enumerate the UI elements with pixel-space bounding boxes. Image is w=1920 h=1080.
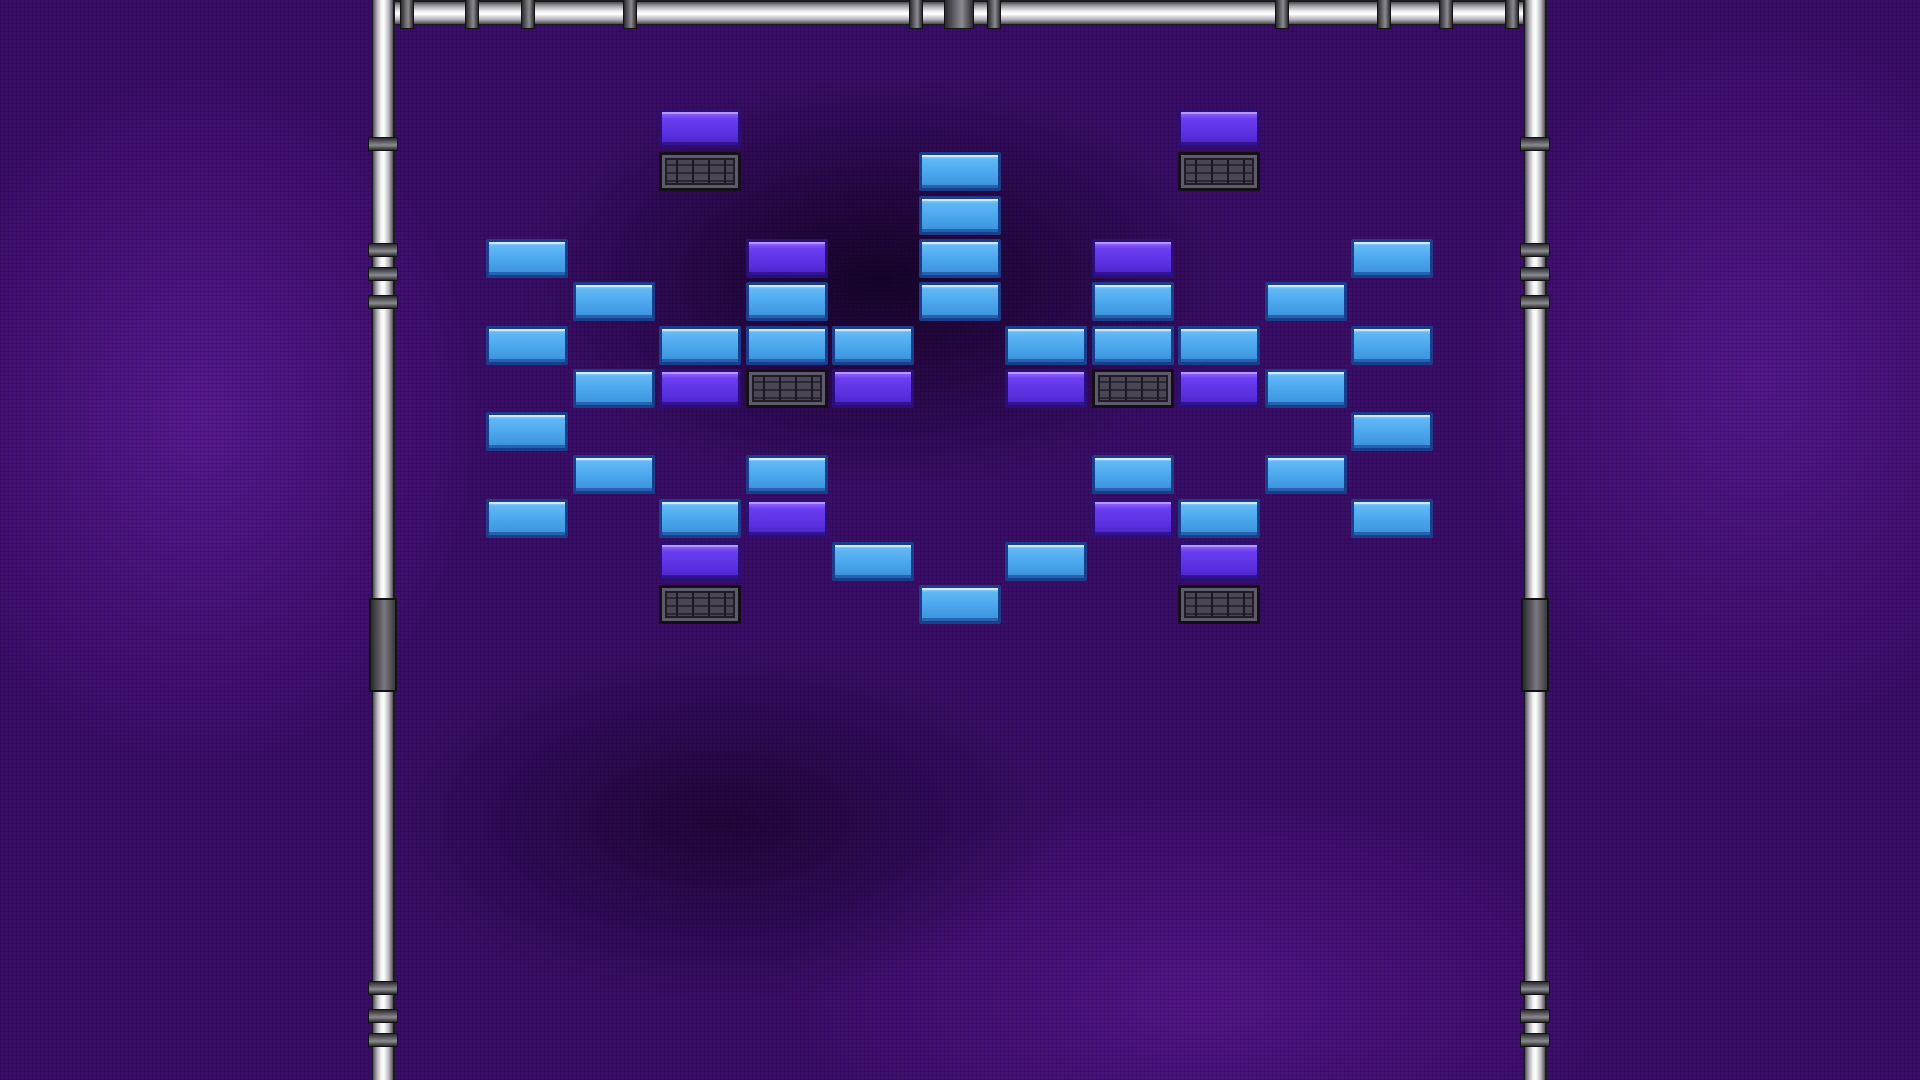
blue-brick [1351,326,1433,365]
blue-brick [832,326,914,365]
pipe-joint [1521,1010,1549,1022]
purple-brick [1092,499,1174,538]
blue-brick [919,152,1001,191]
blue-brick [1265,282,1347,321]
pipe-joint [1276,0,1288,28]
purple-brick [659,369,741,408]
purple-brick [746,499,828,538]
purple-brick [746,239,828,278]
blue-brick [1178,326,1260,365]
blue-brick [486,326,568,365]
pipe-joint [466,0,478,28]
purple-brick [659,542,741,581]
pipe-joint [401,0,413,28]
blue-brick [1092,326,1174,365]
blue-brick [1351,239,1433,278]
blue-brick [573,455,655,494]
purple-brick [1092,239,1174,278]
pipe-joint [369,138,397,150]
blue-brick [1265,455,1347,494]
blue-brick [573,282,655,321]
steel-brick [746,369,828,408]
purple-brick [1178,369,1260,408]
pipe-joint [1521,296,1549,308]
blue-brick [1178,499,1260,538]
pipe-joint [369,1034,397,1046]
pipe-joint [1378,0,1390,28]
steel-brick [659,585,741,624]
blue-brick [659,326,741,365]
blue-brick [746,455,828,494]
pipe-joint [1521,1034,1549,1046]
pipe-joint [1521,982,1549,994]
blue-brick [919,239,1001,278]
right-wall [1525,0,1545,1080]
blue-brick [1351,412,1433,451]
game-board [0,0,1920,1080]
pipe-joint [369,1010,397,1022]
blue-brick [919,282,1001,321]
steel-brick [1178,152,1260,191]
pipe-sleeve [371,600,395,690]
steel-brick [659,152,741,191]
pipe-joint [1440,0,1452,28]
pipe-joint [624,0,636,28]
pipe-sleeve [1523,600,1547,690]
pipe-joint [1506,0,1518,28]
pipe-joint [369,268,397,280]
steel-brick [1178,585,1260,624]
blue-brick [1351,499,1433,538]
purple-brick [659,109,741,148]
blue-brick [832,542,914,581]
blue-brick [1005,542,1087,581]
purple-brick [1178,542,1260,581]
pipe-joint [369,982,397,994]
blue-brick [919,585,1001,624]
blue-brick [486,239,568,278]
pipe-joint [988,0,1000,28]
left-wall [373,0,393,1080]
blue-brick [486,499,568,538]
blue-brick [1005,326,1087,365]
pipe-joint [910,0,922,28]
blue-brick [746,282,828,321]
blue-brick [659,499,741,538]
pipe-joint [1521,268,1549,280]
purple-brick [832,369,914,408]
purple-brick [1005,369,1087,408]
blue-brick [1092,282,1174,321]
pipe-joint [369,244,397,256]
blue-brick [919,196,1001,235]
blue-brick [1265,369,1347,408]
blue-brick [1092,455,1174,494]
blue-brick [573,369,655,408]
pipe-joint [522,0,534,28]
pipe-joint [1521,244,1549,256]
pipe-joint [945,0,973,28]
pipe-joint [1521,138,1549,150]
blue-brick [486,412,568,451]
steel-brick [1092,369,1174,408]
pipe-joint [369,296,397,308]
purple-brick [1178,109,1260,148]
blue-brick [746,326,828,365]
